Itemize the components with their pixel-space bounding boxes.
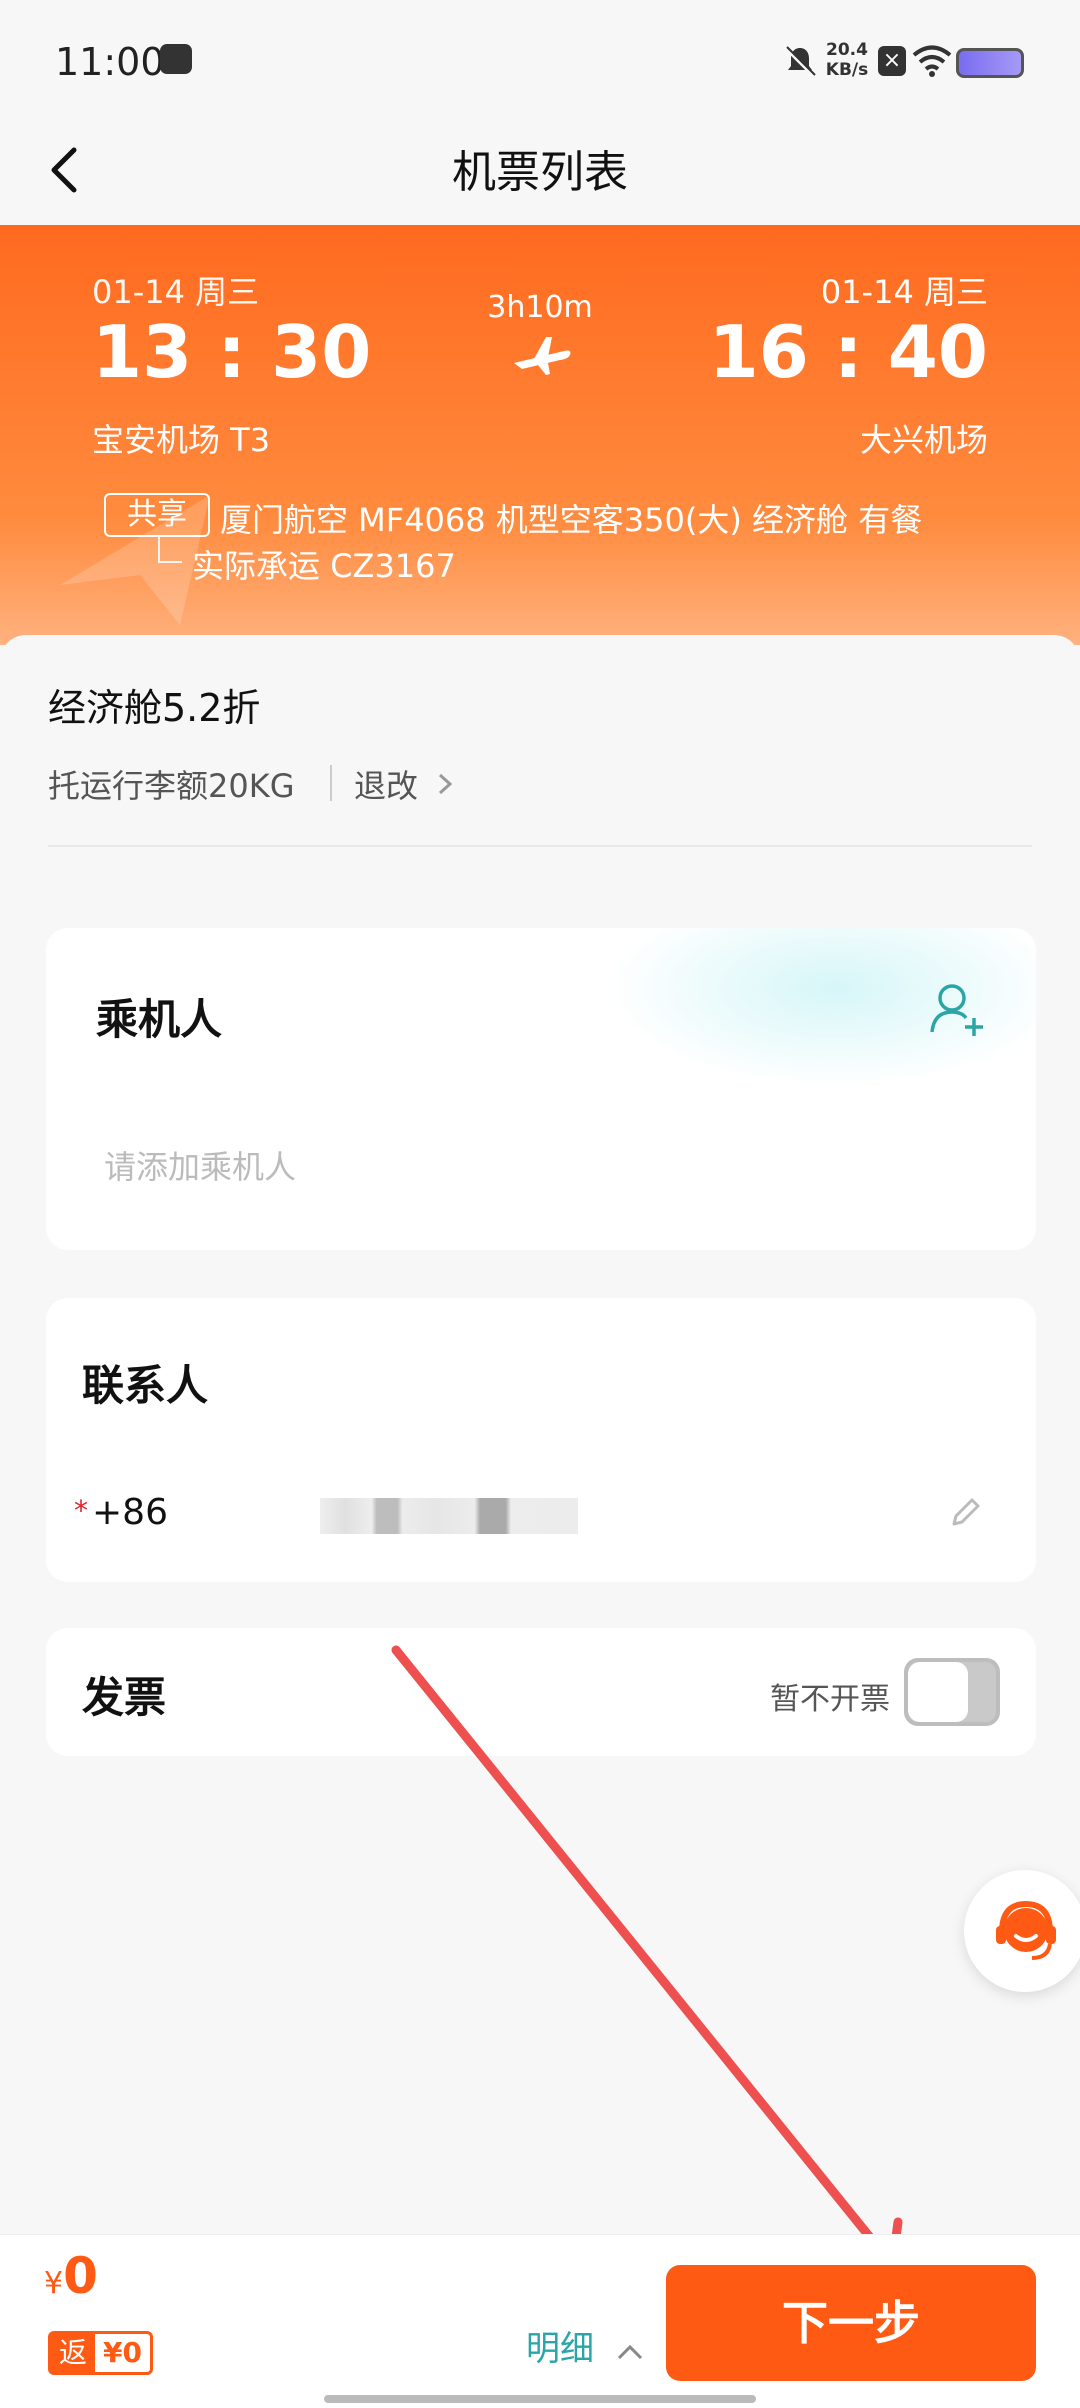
wifi-icon [912, 44, 952, 78]
cabin-title: 经济舱5.2折 [48, 686, 261, 730]
price-detail-toggle[interactable]: 明细 [526, 2321, 645, 2371]
rebate-badge: 返 ¥0 [48, 2331, 153, 2375]
currency-symbol: ¥ [44, 2266, 64, 2301]
arrive-date: 01-14 周三 [820, 273, 988, 311]
notification-icon [160, 44, 192, 74]
airplane-icon [512, 333, 572, 381]
refund-change-label: 退改 [354, 767, 419, 805]
rebate-label: 返 [51, 2334, 96, 2372]
bottom-bar: ¥0 返 ¥0 明细 下一步 [0, 2234, 1080, 2408]
headset-icon [988, 1892, 1064, 1972]
close-box-icon: × [878, 46, 906, 76]
depart-time: 13 : 30 [92, 310, 372, 394]
next-step-button[interactable]: 下一步 [666, 2265, 1036, 2381]
depart-airport: 宝安机场 T3 [92, 421, 271, 459]
page-title: 机票列表 [452, 147, 628, 198]
baggage-allowance: 托运行李额20KG [48, 767, 295, 805]
price: ¥0 [44, 2247, 98, 2305]
battery-icon [956, 48, 1024, 78]
section-divider [48, 845, 1032, 847]
operated-by: 实际承运 CZ3167 [192, 547, 456, 585]
chevron-right-icon [436, 767, 454, 805]
add-passenger-icon[interactable] [926, 978, 988, 1040]
operated-by-connector [158, 537, 182, 563]
phone-input-blurred[interactable] [320, 1498, 578, 1534]
invoice-title: 发票 [82, 1673, 167, 1722]
edit-pencil-icon[interactable] [946, 1492, 986, 1532]
toggle-knob [908, 1662, 968, 1722]
invoice-card: 发票 暂不开票 [46, 1628, 1036, 1756]
flight-summary-banner: 01-14 周三 13 : 30 宝安机场 T3 3h10m 01-14 周三 … [0, 225, 1080, 645]
network-speed-unit: KB/s [825, 60, 869, 80]
passenger-card: 乘机人 请添加乘机人 [46, 928, 1036, 1250]
network-speed: 20.4 KB/s [822, 40, 872, 80]
arrive-time: 16 : 40 [708, 310, 988, 394]
status-time: 11:00 [55, 40, 165, 84]
rebate-value: ¥0 [103, 2336, 142, 2369]
price-value: 0 [63, 2247, 98, 2305]
mute-bell-icon [782, 44, 818, 80]
chevron-up-icon [615, 2331, 645, 2371]
contact-title: 联系人 [82, 1361, 209, 1410]
refund-change-link[interactable]: 退改 [354, 761, 454, 807]
passenger-title: 乘机人 [96, 995, 223, 1044]
depart-date: 01-14 周三 [92, 273, 260, 311]
invoice-toggle[interactable] [904, 1658, 1000, 1726]
cabin-section: 经济舱5.2折 托运行李额20KG 退改 [0, 635, 1080, 885]
required-mark: * [74, 1494, 88, 1527]
contact-card: 联系人 * +86 [46, 1298, 1036, 1582]
country-code[interactable]: +86 [92, 1492, 168, 1533]
detail-label: 明细 [526, 2329, 594, 2369]
network-speed-value: 20.4 [826, 40, 868, 60]
flight-info: 厦门航空 MF4068 机型空客350(大) 经济舱 有餐 [220, 501, 923, 539]
divider [330, 765, 332, 801]
arrive-airport: 大兴机场 [859, 421, 988, 459]
customer-service-button[interactable] [964, 1870, 1080, 1992]
home-indicator [324, 2395, 756, 2403]
flight-duration: 3h10m [487, 290, 593, 325]
status-bar: 11:00 20.4 KB/s × [0, 0, 1080, 125]
codeshare-badge: 共享 [104, 493, 210, 537]
invoice-status: 暂不开票 [770, 1682, 890, 1717]
add-passenger-placeholder[interactable]: 请添加乘机人 [104, 1142, 296, 1188]
